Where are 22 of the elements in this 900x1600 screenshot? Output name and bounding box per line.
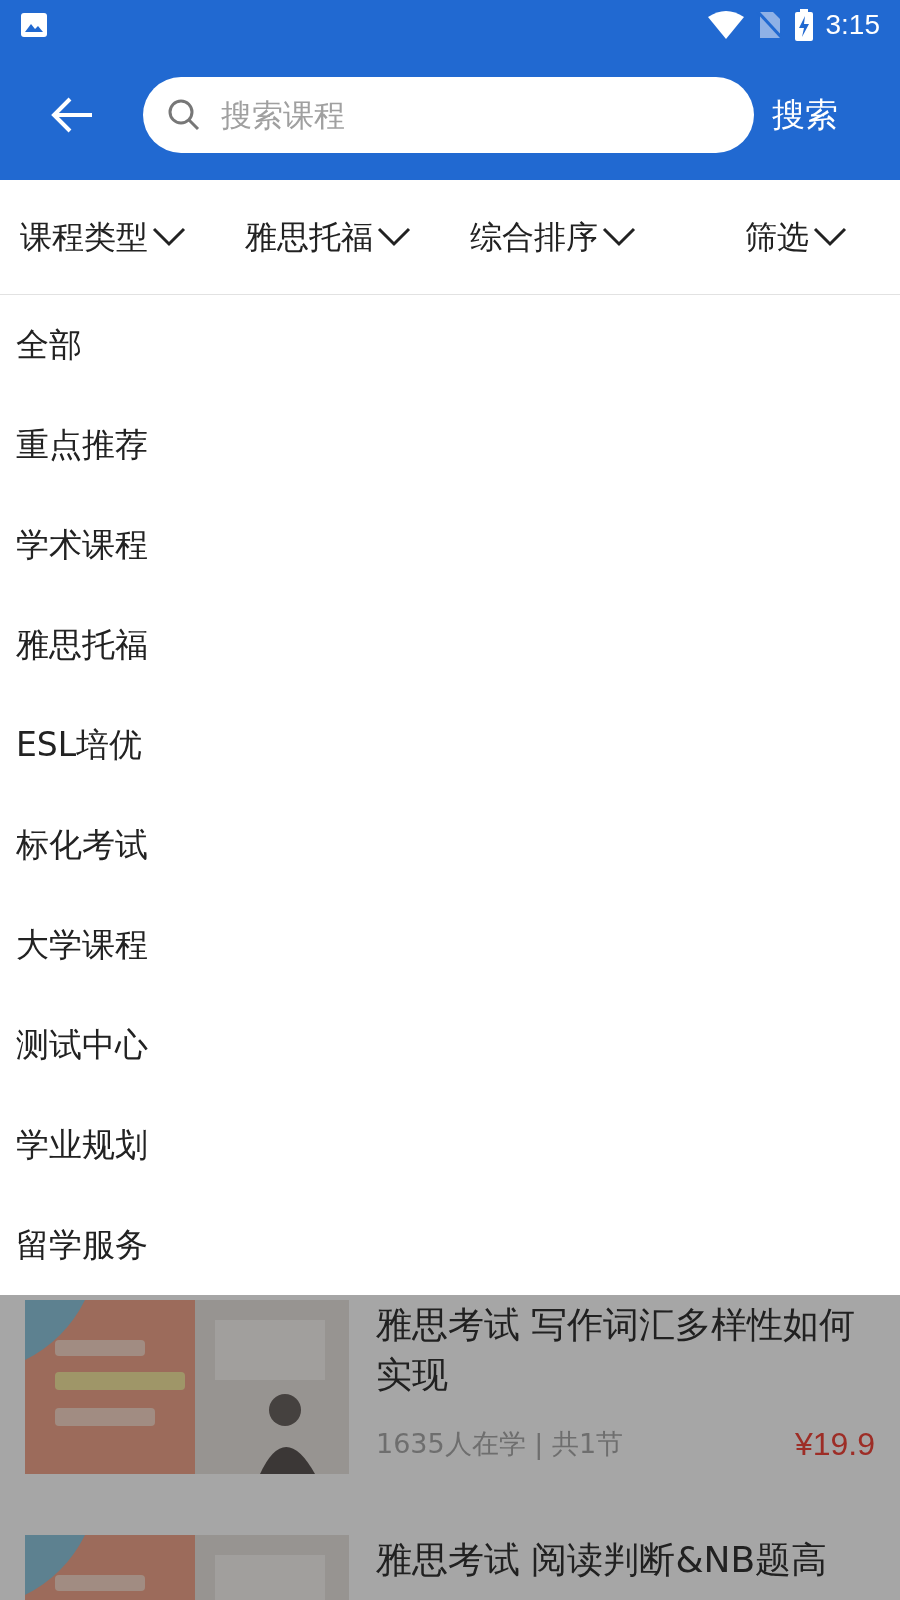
menu-item[interactable]: 学术课程 bbox=[16, 520, 148, 570]
course-title: 雅思考试 写作词汇多样性如何实现 bbox=[376, 1303, 857, 1397]
course-price: ¥19.9 bbox=[794, 1425, 875, 1464]
menu-item[interactable]: 大学课程 bbox=[16, 920, 148, 970]
menu-item[interactable]: 测试中心 bbox=[16, 1020, 148, 1070]
menu-item[interactable]: 重点推荐 bbox=[16, 420, 148, 470]
search-input: 搜索课程 bbox=[221, 91, 754, 139]
menu-item[interactable]: 留学服务 bbox=[16, 1220, 148, 1270]
menu-item[interactable]: 标化考试 bbox=[16, 820, 148, 870]
course-title: 雅思考试 阅读判断&NB题高 bbox=[376, 1538, 829, 1582]
course-stats: 1635人在学 | 共1节 bbox=[376, 1426, 624, 1462]
filter-tab[interactable]: 雅思托福 bbox=[225, 213, 450, 261]
menu-item[interactable]: ESL培优 bbox=[16, 720, 143, 770]
filter-tab[interactable]: 综合排序 bbox=[450, 213, 705, 261]
search-button[interactable]: 搜索 bbox=[772, 90, 838, 140]
menu-item[interactable]: 雅思托福 bbox=[16, 620, 148, 670]
search-field[interactable]: 搜索课程 bbox=[143, 77, 754, 153]
menu-item[interactable]: 全部 bbox=[16, 320, 82, 370]
filter-tab[interactable]: 筛选 bbox=[705, 213, 900, 261]
menu-item[interactable]: 学业规划 bbox=[16, 1120, 148, 1170]
status-time: 3:15 bbox=[825, 8, 880, 42]
filter-tab[interactable]: 课程类型 bbox=[0, 213, 225, 261]
